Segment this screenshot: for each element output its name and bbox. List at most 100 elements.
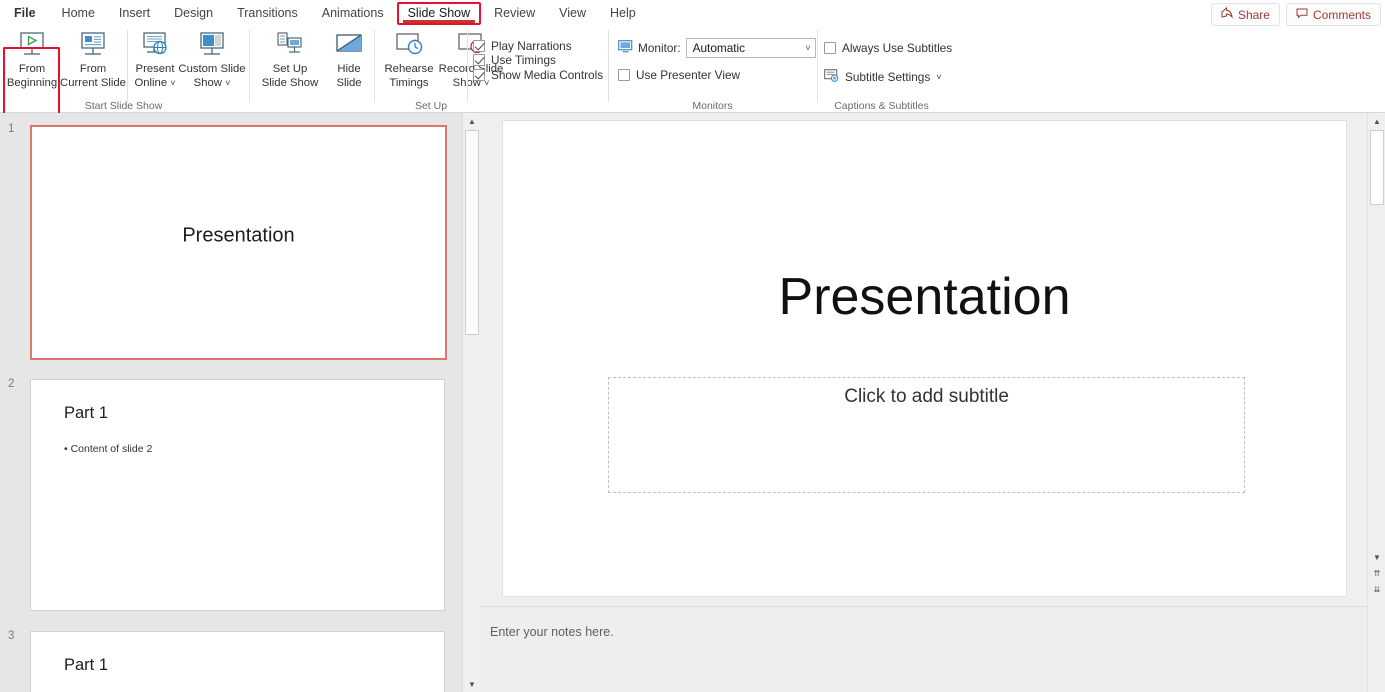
ribbon-group-start-slide-show: From Beginning From Current Slide Presen… <box>0 26 247 119</box>
rehearse-timings-label-1: Rehearse <box>384 63 434 75</box>
custom-slide-show-label-2: Show <box>193 76 222 89</box>
tab-slide-show[interactable]: Slide Show <box>396 1 482 25</box>
monitor-value: Automatic <box>692 41 746 55</box>
set-up-slide-show-label-1: Set Up <box>272 63 308 75</box>
present-online-label-2: Online <box>134 76 168 89</box>
present-online-button[interactable]: Present Online ˅ <box>130 30 180 90</box>
hide-slide-label-2: Slide <box>336 76 362 89</box>
previous-slide-button[interactable]: ⇈ <box>1370 566 1384 580</box>
monitor-row: Monitor: Automatic ˅ <box>618 38 816 58</box>
thumbnail-title: Presentation <box>182 224 295 247</box>
hide-slide-button[interactable]: Hide Slide <box>325 30 373 90</box>
always-use-subtitles-checkbox[interactable]: Always Use Subtitles <box>824 41 952 55</box>
from-beginning-button[interactable]: From Beginning <box>4 30 60 90</box>
ribbon-group-set-up: Set Up Slide Show Hide Slide Rehearse Ti… <box>251 26 606 113</box>
ribbon: From Beginning From Current Slide Presen… <box>0 26 1385 137</box>
from-beginning-label-1: From <box>18 63 46 75</box>
group-divider <box>608 30 609 102</box>
chevron-down-icon[interactable]: ˅ <box>936 72 941 82</box>
thumbnail-slide-1[interactable]: Presentation <box>30 125 447 360</box>
use-timings-label: Use Timings <box>491 53 556 67</box>
share-button[interactable]: Share <box>1210 3 1280 26</box>
group-label-start-slide-show: Start Slide Show <box>84 100 163 112</box>
monitor-select[interactable]: Automatic ˅ <box>685 38 816 58</box>
scrollbar-thumb[interactable] <box>465 130 479 335</box>
group-divider <box>127 30 128 102</box>
notes-placeholder[interactable]: Enter your notes here. <box>490 625 614 639</box>
use-presenter-view-checkbox[interactable]: Use Presenter View <box>618 68 740 82</box>
slide-thumbnail-panel[interactable]: 1 Presentation 2 Part 1 • Content of sli… <box>0 113 462 692</box>
thumbnail-scrollbar[interactable]: ▲ ▼ <box>462 113 481 692</box>
from-current-slide-label-2: Current Slide <box>60 76 126 89</box>
thumbnail-number: 2 <box>8 378 15 390</box>
show-media-controls-checkbox[interactable]: Show Media Controls <box>473 68 603 82</box>
slide-subtitle-prompt: Click to add subtitle <box>844 385 1009 407</box>
group-divider <box>249 30 250 102</box>
group-divider <box>374 30 375 102</box>
subtitle-settings-icon <box>824 69 839 85</box>
checkbox-glyph <box>824 42 836 54</box>
tab-file[interactable]: File <box>1 2 49 25</box>
scroll-down-button[interactable]: ▼ <box>463 676 481 692</box>
from-current-slide-button[interactable]: From Current Slide <box>60 30 126 90</box>
rehearse-timings-icon <box>393 30 425 60</box>
comment-bubble-icon <box>1296 7 1308 22</box>
thumbnail-number: 3 <box>8 630 15 642</box>
slide-title-placeholder[interactable]: Presentation <box>554 271 1296 323</box>
thumbnail-item-1[interactable]: 1 Presentation <box>0 113 462 366</box>
thumbnail-item-2[interactable]: 2 Part 1 • Content of slide 2 <box>0 366 462 617</box>
scroll-up-button[interactable]: ▲ <box>1368 113 1385 129</box>
set-up-slide-show-button[interactable]: Set Up Slide Show <box>257 30 323 90</box>
rehearse-timings-button[interactable]: Rehearse Timings <box>378 30 440 90</box>
present-online-icon <box>139 30 171 60</box>
tab-home[interactable]: Home <box>51 2 106 25</box>
tab-design[interactable]: Design <box>163 2 224 25</box>
use-presenter-view-label: Use Presenter View <box>636 68 741 82</box>
group-label-monitors: Monitors <box>692 100 733 112</box>
group-label-set-up: Set Up <box>414 100 448 112</box>
checkbox-glyph <box>473 54 485 66</box>
tab-review[interactable]: Review <box>483 2 546 25</box>
chevron-down-icon[interactable]: ˅ <box>170 78 175 88</box>
main-scrollbar[interactable]: ▲ ▼ ⇈ ⇊ <box>1367 113 1385 692</box>
show-media-controls-label: Show Media Controls <box>491 68 604 82</box>
thumbnail-slide-2[interactable]: Part 1 • Content of slide 2 <box>30 379 445 611</box>
checkbox-glyph <box>473 40 485 52</box>
group-label-captions-subtitles: Captions & Subtitles <box>834 100 929 112</box>
from-beginning-icon <box>16 30 48 60</box>
scroll-down-button[interactable]: ▼ <box>1370 550 1384 564</box>
subtitle-settings-button[interactable]: Subtitle Settings ˅ <box>824 69 942 85</box>
tab-view[interactable]: View <box>548 2 597 25</box>
hide-slide-icon <box>333 30 365 60</box>
slide-subtitle-placeholder[interactable]: Click to add subtitle <box>608 376 1245 493</box>
slide-edit-pane[interactable]: Presentation Click to add subtitle <box>480 113 1367 606</box>
scrollbar-thumb[interactable] <box>1370 130 1384 205</box>
ribbon-group-captions-subtitles: Always Use Subtitles Subtitle Settings ˅… <box>819 26 952 113</box>
powerpoint-window: File Home Insert Design Transitions Anim… <box>0 0 1385 692</box>
custom-slide-show-label-1: Custom Slide <box>178 63 246 75</box>
notes-pane[interactable]: Enter your notes here. <box>480 606 1367 692</box>
custom-slide-show-button[interactable]: Custom Slide Show ˅ <box>178 30 246 90</box>
set-up-slide-show-label-2: Slide Show <box>261 76 319 89</box>
scroll-up-button[interactable]: ▲ <box>463 113 481 129</box>
comments-button[interactable]: Comments <box>1285 3 1381 26</box>
thumbnail-slide-3[interactable]: Part 1 <box>30 631 445 692</box>
tab-insert[interactable]: Insert <box>108 2 161 25</box>
slide-canvas[interactable]: Presentation Click to add subtitle <box>502 120 1347 597</box>
monitor-icon <box>618 40 633 56</box>
tab-transitions[interactable]: Transitions <box>226 2 309 25</box>
tab-animations[interactable]: Animations <box>311 2 395 25</box>
chevron-down-icon: ˅ <box>805 43 811 53</box>
group-divider <box>817 30 818 102</box>
checkbox-glyph <box>618 69 630 81</box>
subtitle-settings-label: Subtitle Settings <box>845 70 931 84</box>
chevron-down-icon[interactable]: ˅ <box>225 78 230 88</box>
use-timings-checkbox[interactable]: Use Timings <box>473 53 556 67</box>
play-narrations-checkbox[interactable]: Play Narrations <box>473 39 572 53</box>
comments-label: Comments <box>1312 7 1371 22</box>
from-current-slide-icon <box>77 30 109 60</box>
thumbnail-title: Part 1 <box>64 656 109 674</box>
tab-help[interactable]: Help <box>599 2 647 25</box>
thumbnail-item-3[interactable]: 3 Part 1 <box>0 617 462 692</box>
next-slide-button[interactable]: ⇊ <box>1370 582 1384 596</box>
